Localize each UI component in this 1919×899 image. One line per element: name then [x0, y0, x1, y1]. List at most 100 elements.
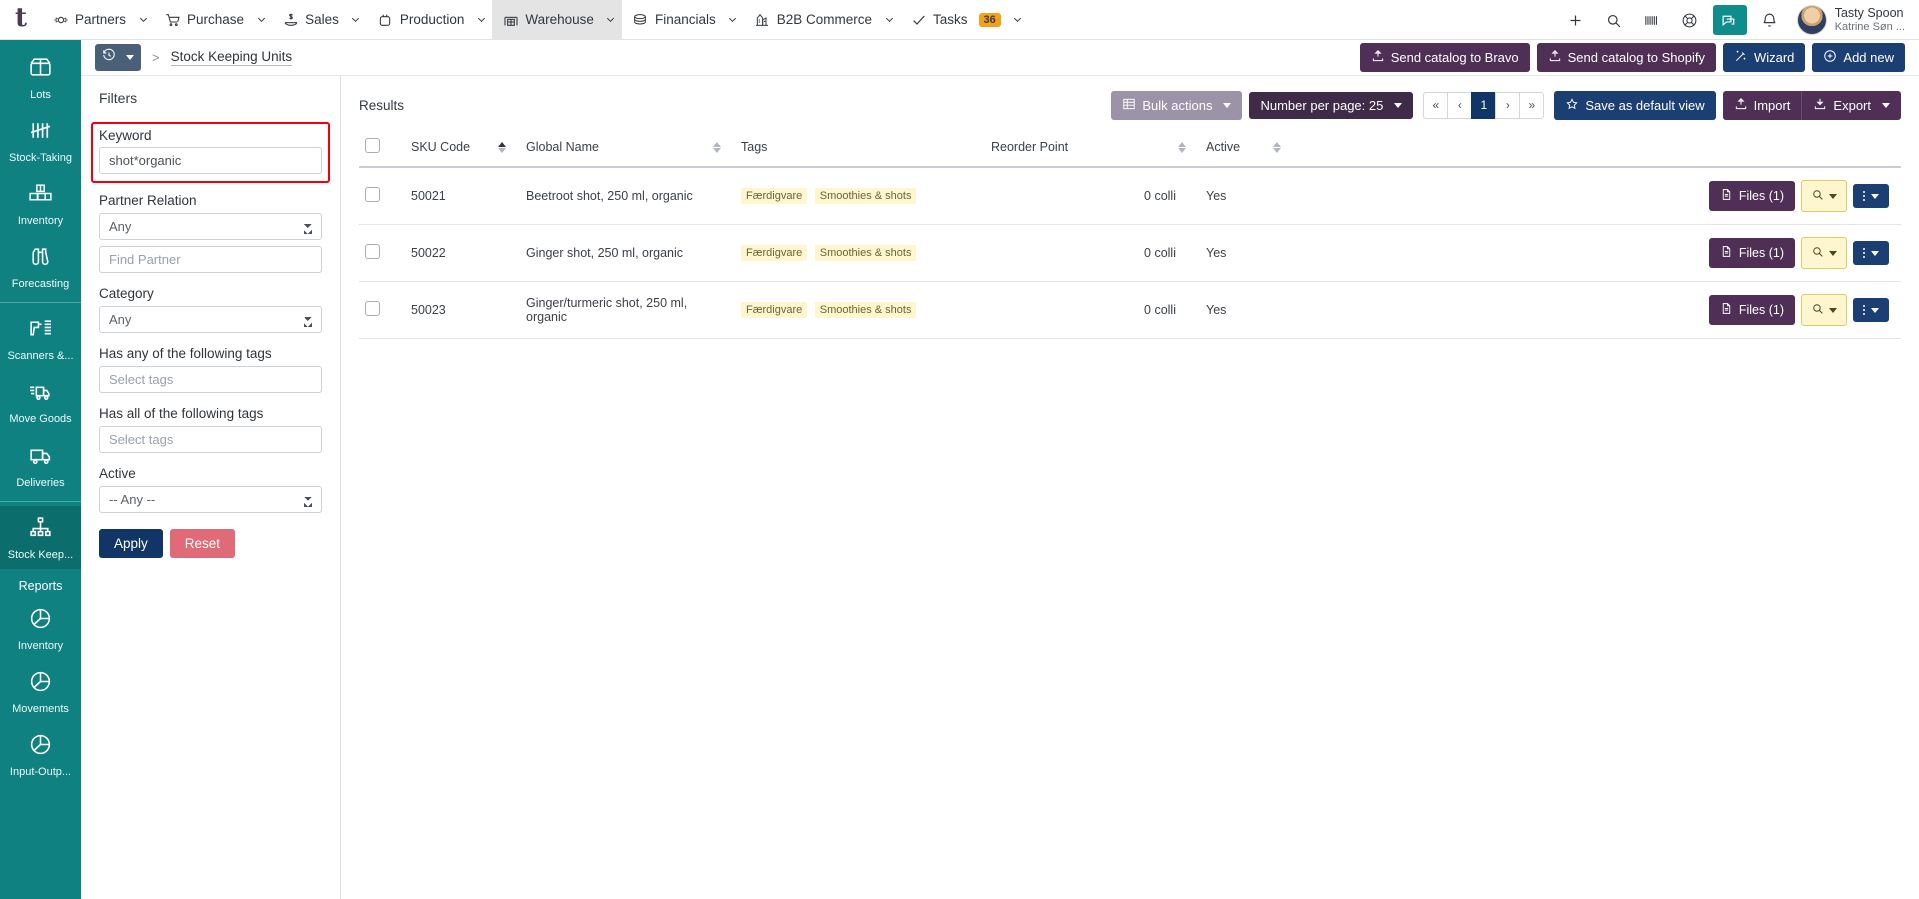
row-checkbox[interactable] [365, 301, 380, 316]
row-more-actions-button[interactable] [1853, 298, 1889, 322]
keyword-input[interactable] [99, 147, 322, 174]
sort-icon[interactable] [1178, 141, 1186, 153]
lifering-icon[interactable] [1671, 0, 1709, 40]
sidebar-item-report-movements[interactable]: Movements [0, 660, 81, 723]
nav-item-b2b-commerce[interactable]: B2B Commerce [744, 0, 878, 40]
row-select-cell [359, 224, 405, 282]
nav-item-purchase[interactable]: Purchase [154, 0, 250, 40]
category-select[interactable]: Any [99, 306, 322, 333]
wizard-button[interactable]: Wizard [1722, 43, 1806, 72]
sidebar-item-scanners[interactable]: Scanners &... [0, 307, 81, 370]
export-button[interactable]: Export [1801, 90, 1901, 120]
nav-caret-tasks[interactable] [1007, 0, 1029, 40]
sidebar-item-lots[interactable]: Lots [0, 46, 81, 109]
nav-caret-financials[interactable] [722, 0, 744, 40]
files-button[interactable]: Files (1) [1708, 295, 1795, 325]
nav-caret-b2b-commerce[interactable] [878, 0, 900, 40]
row-checkbox[interactable] [365, 187, 380, 202]
sort-icon[interactable] [713, 141, 721, 153]
sidebar-item-stock-keeping-units[interactable]: Stock Keep... [0, 505, 81, 569]
pager-page-1[interactable]: 1 [1471, 91, 1497, 119]
apply-button[interactable]: Apply [99, 529, 163, 558]
row-search-button[interactable] [1801, 237, 1847, 269]
box-icon [28, 55, 53, 85]
sort-icon[interactable] [1273, 141, 1281, 153]
column-active[interactable]: Active [1200, 130, 1295, 167]
nav-item-financials[interactable]: Financials [622, 0, 722, 40]
sidebar-label-stock-taking: Stock-Taking [9, 152, 72, 165]
nav-item-tasks[interactable]: Tasks 36 [900, 0, 1007, 40]
add-new-button[interactable]: Add new [1812, 43, 1905, 72]
nav-item-sales[interactable]: Sales [272, 0, 345, 40]
reset-button[interactable]: Reset [169, 529, 236, 558]
nav-item-production[interactable]: Production [367, 0, 471, 40]
nav-caret-partners[interactable] [132, 0, 154, 40]
add-icon[interactable] [1557, 0, 1595, 40]
app-logo[interactable]: t [0, 0, 42, 40]
select-all-checkbox[interactable] [365, 138, 380, 153]
barcode-icon[interactable] [1633, 0, 1671, 40]
nav-item-warehouse[interactable]: Warehouse [492, 0, 600, 40]
bulk-actions-button[interactable]: Bulk actions [1111, 90, 1243, 120]
row-search-button[interactable] [1801, 294, 1847, 326]
sidebar-item-report-input-output[interactable]: Input-Outp... [0, 723, 81, 786]
row-select-cell [359, 167, 405, 225]
sidebar-label-inventory: Inventory [17, 215, 64, 228]
send-catalog-to-shopify-button[interactable]: Send catalog to Shopify [1536, 43, 1716, 72]
pager-next[interactable]: › [1495, 91, 1521, 119]
row-more-actions-button[interactable] [1853, 184, 1889, 208]
results-header: Results Bulk actions Number per page: 25… [359, 90, 1901, 120]
sidebar-item-inventory[interactable]: Inventory [0, 172, 81, 235]
active-select[interactable]: -- Any -- [99, 486, 322, 513]
column-reorder-point[interactable]: Reorder Point [985, 130, 1200, 167]
subheader-actions: Send catalog to Bravo Send catalog to Sh… [1359, 43, 1905, 72]
pager-prev[interactable]: ‹ [1447, 91, 1473, 119]
table-row[interactable]: 50021 Beetroot shot, 250 ml, organic Fær… [359, 167, 1901, 225]
truck-icon [28, 443, 53, 473]
table-row[interactable]: 50022 Ginger shot, 250 ml, organic Færdi… [359, 224, 1901, 282]
pager-first[interactable]: « [1423, 91, 1449, 119]
row-search-button[interactable] [1801, 180, 1847, 212]
nav-item-partners[interactable]: Partners [42, 0, 132, 40]
import-button[interactable]: Import [1722, 90, 1802, 120]
column-sku-code[interactable]: SKU Code [405, 130, 520, 167]
send-catalog-to-bravo-button[interactable]: Send catalog to Bravo [1359, 43, 1530, 72]
chat-icon[interactable] [1712, 5, 1747, 35]
row-more-actions-button[interactable] [1853, 241, 1889, 265]
has-all-tags-input[interactable] [99, 426, 322, 453]
files-button[interactable]: Files (1) [1708, 238, 1795, 268]
column-global-name[interactable]: Global Name [520, 130, 735, 167]
breadcrumb[interactable]: Stock Keeping Units [170, 49, 293, 66]
find-partner-input[interactable] [99, 246, 322, 273]
sidebar-item-stock-taking[interactable]: Stock-Taking [0, 109, 81, 172]
left-sidebar: Lots Stock-Taking Inventory Forecasting [0, 40, 81, 899]
save-as-default-view-button[interactable]: Save as default view [1554, 90, 1716, 120]
tag-badge: Smoothies & shots [814, 245, 917, 261]
user-info[interactable]: Tasty Spoon Katrine Søn ... [1835, 6, 1911, 33]
nav-caret-sales[interactable] [345, 0, 367, 40]
nav-label-production: Production [399, 12, 465, 27]
pager-last[interactable]: » [1519, 91, 1545, 119]
history-button[interactable] [95, 44, 141, 71]
table-row[interactable]: 50023 Ginger/turmeric shot, 250 ml, orga… [359, 281, 1901, 339]
partner-relation-select[interactable]: Any [99, 213, 322, 240]
sidebar-item-report-inventory[interactable]: Inventory [0, 597, 81, 660]
avatar[interactable] [1796, 5, 1827, 35]
files-button[interactable]: Files (1) [1708, 181, 1795, 211]
nav-caret-production[interactable] [470, 0, 492, 40]
results-table: SKU Code Global Name Tags Reorder Point … [359, 130, 1901, 339]
nav-caret-warehouse[interactable] [599, 0, 622, 40]
cell-reorder-point: 0 colli [985, 167, 1200, 225]
bell-icon[interactable] [1751, 0, 1789, 40]
table-body: 50021 Beetroot shot, 250 ml, organic Fær… [359, 167, 1901, 339]
column-label-active: Active [1206, 140, 1241, 154]
sidebar-item-move-goods[interactable]: Move Goods [0, 370, 81, 433]
has-any-tags-input[interactable] [99, 366, 322, 393]
row-checkbox[interactable] [365, 244, 380, 259]
number-per-page-button[interactable]: Number per page: 25 [1249, 91, 1414, 119]
sidebar-item-deliveries[interactable]: Deliveries [0, 434, 81, 497]
sidebar-item-forecasting[interactable]: Forecasting [0, 235, 81, 298]
sort-ascending-icon[interactable] [498, 141, 506, 153]
nav-caret-purchase[interactable] [250, 0, 272, 40]
search-icon[interactable] [1595, 0, 1633, 40]
